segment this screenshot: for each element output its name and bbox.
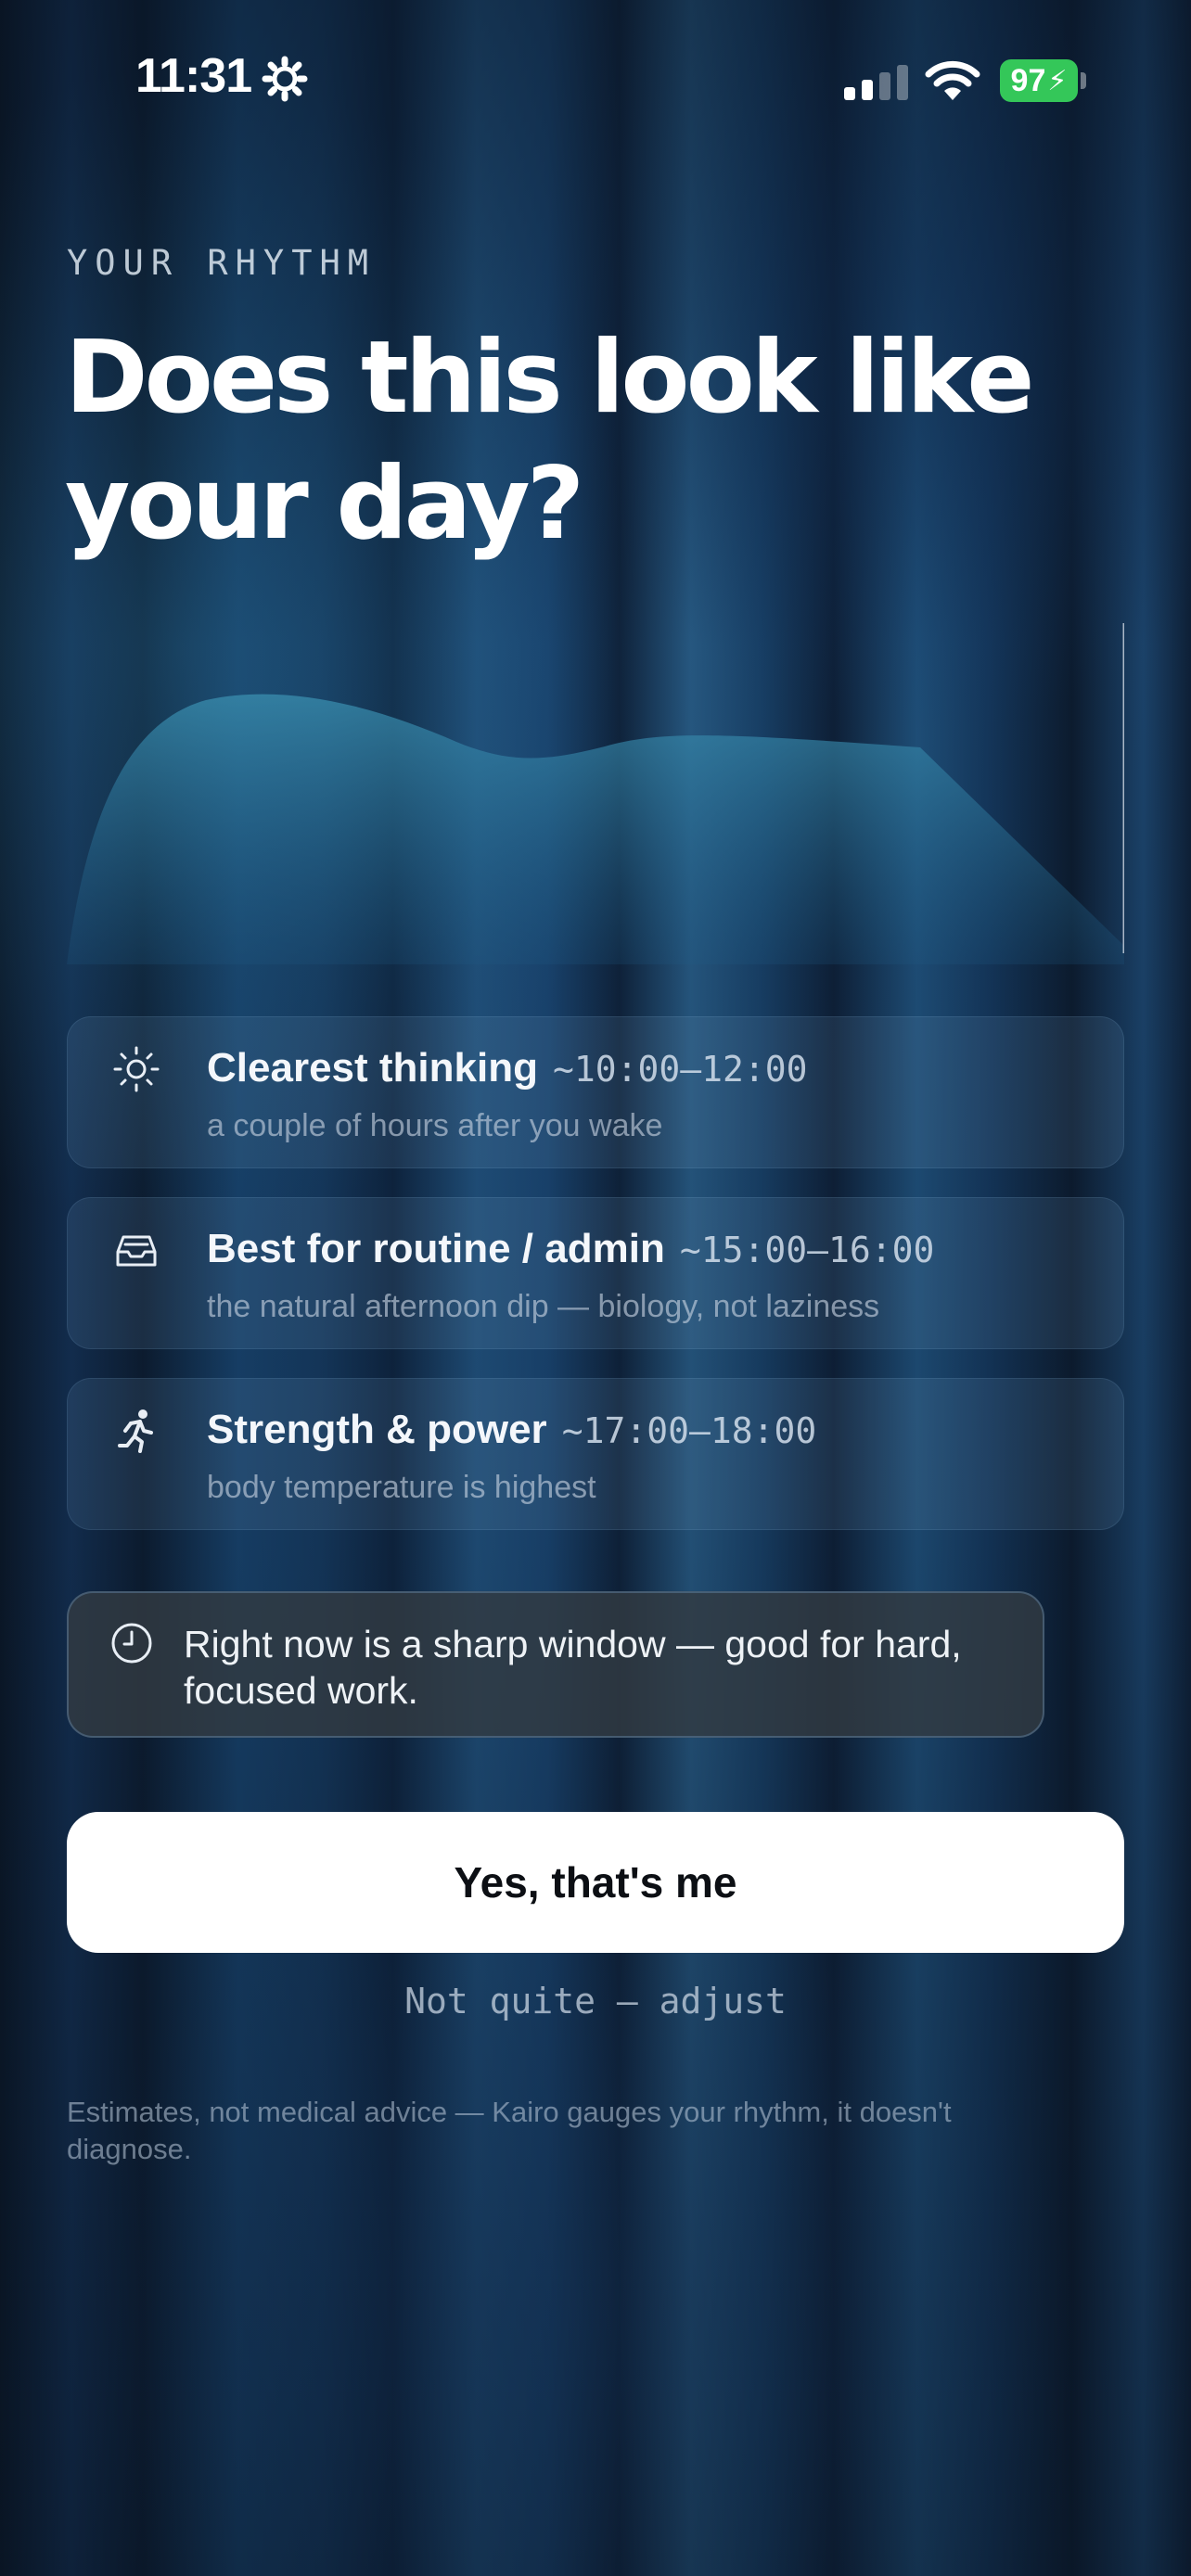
disclaimer-text: Estimates, not medical advice — Kairo ga… [67,2096,952,2165]
window-title: Strength & power ~17:00–18:00 [207,1407,817,1452]
window-subtitle: the natural afternoon dip — biology, not… [207,1289,880,1324]
window-title: Best for routine / admin ~15:00–16:00 [207,1226,935,1271]
page-title: Does this look like your day? [65,320,1034,562]
window-time: ~15:00–16:00 [679,1230,935,1270]
window-title: Clearest thinking ~10:00–12:00 [207,1045,808,1090]
rhythm-curve-chart [67,623,1124,964]
clock-icon [111,1623,152,1664]
battery-charging-icon: 97 ⚡ [1000,59,1078,102]
window-card-strength-power: Strength & power ~17:00–18:00 body temper… [67,1378,1124,1530]
current-window-note: Right now is a sharp window — good for h… [67,1591,1044,1738]
inbox-tray-icon [116,1235,157,1267]
battery-cap [1081,72,1086,89]
wifi-icon [925,60,980,100]
rhythm-curve-area [67,694,1124,964]
status-time: 11:31 [135,49,252,103]
running-person-icon [118,1409,153,1453]
current-window-text: Right now is a sharp window — good for h… [184,1623,962,1712]
window-subtitle: a couple of hours after you wake [207,1108,663,1143]
signal-icon [844,65,908,100]
window-subtitle: body temperature is highest [207,1470,596,1505]
sun-icon [113,1046,160,1092]
window-card-routine-admin: Best for routine / admin ~15:00–16:00 the… [67,1197,1124,1349]
window-time: ~17:00–18:00 [561,1410,817,1451]
window-card-clearest-thinking: Clearest thinking ~10:00–12:00 a couple o… [67,1016,1124,1168]
gear-icon [262,56,308,102]
eyebrow-label: YOUR RHYTHM [67,243,377,283]
adjust-link[interactable]: Not quite — adjust [0,1981,1191,2021]
window-time: ~10:00–12:00 [552,1049,808,1090]
battery-level: 97 [1010,62,1046,98]
confirm-button[interactable]: Yes, that's me [67,1812,1124,1953]
